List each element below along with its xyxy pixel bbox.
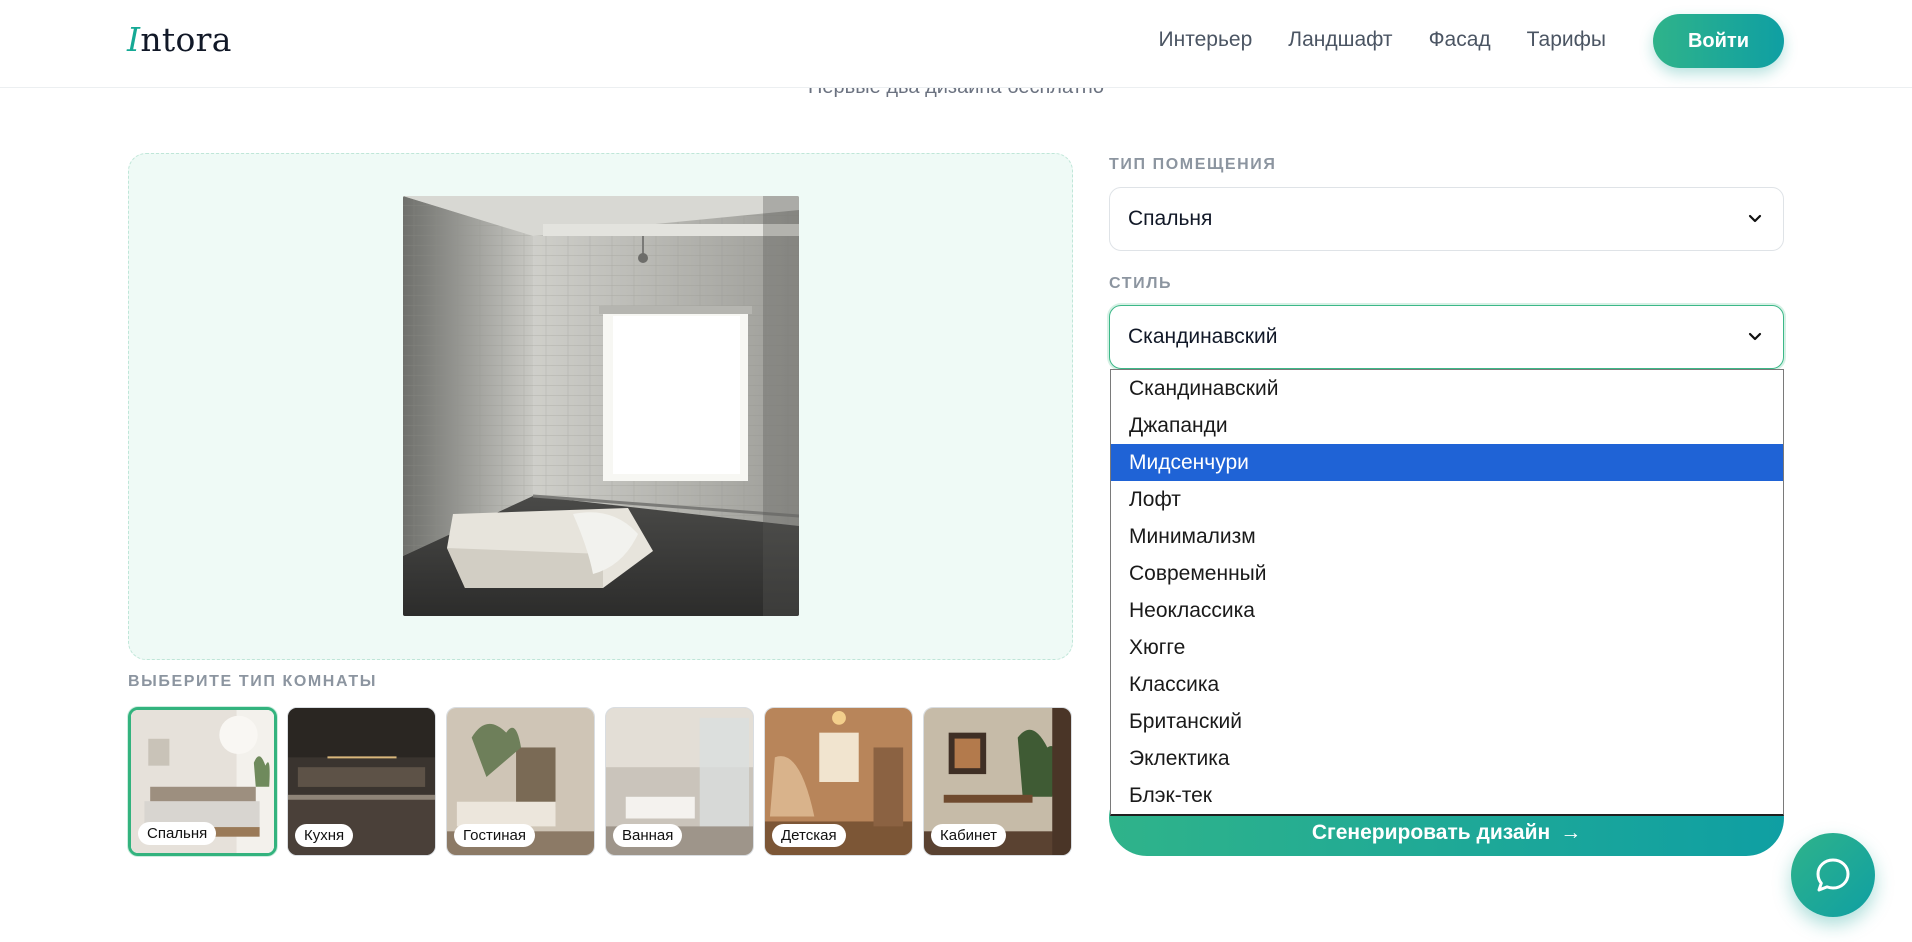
style-label: СТИЛЬ <box>1109 275 1173 292</box>
top-header: Intora Интерьер Ландшафт Фасад Тарифы Во… <box>0 0 1912 88</box>
style-option[interactable]: Неоклассика <box>1111 592 1783 629</box>
chat-bubble-icon <box>1816 858 1850 892</box>
page: Intora Интерьер Ландшафт Фасад Тарифы Во… <box>0 0 1912 942</box>
room-thumbnails: Спальня Кухня Гостиная Ванная Детская Ка… <box>128 707 1072 856</box>
nav-pricing[interactable]: Тарифы <box>1527 28 1606 52</box>
room-thumb-bedroom[interactable]: Спальня <box>128 707 277 856</box>
logo[interactable]: Intora <box>127 20 232 59</box>
logo-accent: I <box>127 20 141 59</box>
chevron-down-icon <box>1748 214 1762 223</box>
room-thumb-kids[interactable]: Детская <box>764 707 913 856</box>
logo-text: ntora <box>140 20 232 59</box>
room-type-value: Спальня <box>1128 207 1213 230</box>
room-thumb-kitchen[interactable]: Кухня <box>287 707 436 856</box>
style-option[interactable]: Минимализм <box>1111 518 1783 555</box>
style-option[interactable]: Эклектика <box>1111 740 1783 777</box>
room-thumb-label: Кабинет <box>931 824 1007 847</box>
style-value: Скандинавский <box>1128 325 1278 348</box>
chevron-down-icon <box>1748 332 1762 341</box>
nav-facade[interactable]: Фасад <box>1429 28 1491 52</box>
room-type-select[interactable]: Спальня <box>1109 187 1784 251</box>
generate-label: Сгенерировать дизайн <box>1311 821 1551 844</box>
room-thumb-label: Гостиная <box>454 824 535 847</box>
style-option[interactable]: Классика <box>1111 666 1783 703</box>
style-option[interactable]: Лофт <box>1111 481 1783 518</box>
style-select[interactable]: Скандинавский <box>1109 305 1784 369</box>
main-nav: Интерьер Ландшафт Фасад Тарифы <box>1159 28 1606 52</box>
style-option[interactable]: Джапанди <box>1111 407 1783 444</box>
room-thumb-living[interactable]: Гостиная <box>446 707 595 856</box>
room-thumb-label: Спальня <box>138 822 217 845</box>
room-type-label: ТИП ПОМЕЩЕНИЯ <box>1109 156 1277 173</box>
uploaded-room-photo <box>403 196 799 616</box>
login-button[interactable]: Войти <box>1653 14 1784 68</box>
room-thumb-label: Кухня <box>295 824 354 847</box>
room-type-section-label: ВЫБЕРИТЕ ТИП КОМНАТЫ <box>128 673 377 690</box>
style-option[interactable]: Современный <box>1111 555 1783 592</box>
style-option[interactable]: Хюгге <box>1111 629 1783 666</box>
image-upload-area[interactable] <box>128 153 1073 660</box>
nav-interior[interactable]: Интерьер <box>1159 28 1253 52</box>
room-thumb-label: Детская <box>772 824 846 847</box>
chat-button[interactable] <box>1791 833 1875 917</box>
room-thumb-study[interactable]: Кабинет <box>923 707 1072 856</box>
style-option[interactable]: Скандинавский <box>1111 370 1783 407</box>
style-option[interactable]: Британский <box>1111 703 1783 740</box>
style-dropdown-list: Скандинавский Джапанди Мидсенчури Лофт М… <box>1110 369 1784 816</box>
room-thumb-label: Ванная <box>613 824 683 847</box>
room-thumb-bathroom[interactable]: Ванная <box>605 707 754 856</box>
nav-landscape[interactable]: Ландшафт <box>1288 28 1392 52</box>
arrow-right-icon: → <box>1560 821 1582 844</box>
style-option[interactable]: Блэк-тек <box>1111 777 1783 814</box>
style-option-highlighted[interactable]: Мидсенчури <box>1111 444 1783 481</box>
